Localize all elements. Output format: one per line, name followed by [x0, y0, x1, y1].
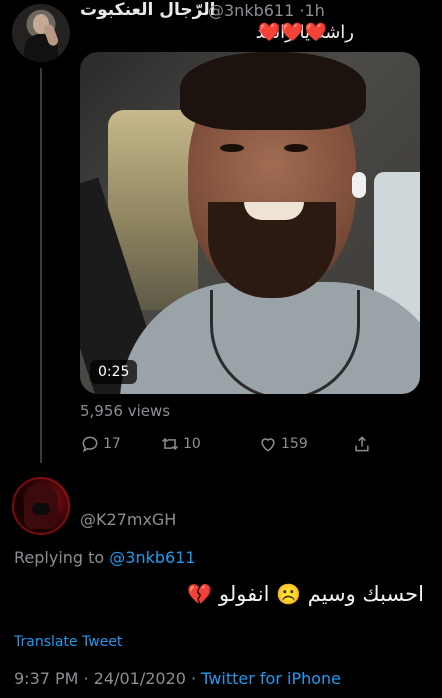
tweet-video[interactable]: 0:25 [80, 52, 420, 394]
video-necklace [210, 290, 360, 394]
translate-tweet-link[interactable]: Translate Tweet [14, 634, 122, 650]
reply-text-part1: احسبك وسيم [307, 582, 424, 606]
video-eye-right [284, 144, 308, 152]
author-handle: @3nkb611 [208, 1, 295, 20]
tweet-timestamp-line: 9:37 PM · 24/01/2020 · Twitter for iPhon… [14, 669, 341, 688]
tweet-actions: 17 10 159 [78, 432, 378, 456]
author-handle-time[interactable]: @3nkb611 ·1h [208, 1, 325, 20]
replying-to-line: Replying to @3nkb611 [14, 548, 196, 567]
author-avatar[interactable] [12, 4, 70, 62]
thread-connector-line [40, 68, 42, 463]
replying-prefix: Replying to [14, 548, 110, 567]
share-button[interactable] [352, 432, 372, 456]
frowning-face-emoji: ☹️ [276, 582, 301, 606]
reply-author-handle[interactable]: @K27mxGH [80, 510, 176, 529]
video-eye-left [220, 144, 244, 152]
reply-icon [82, 436, 98, 453]
tweet-source-link[interactable]: Twitter for iPhone [201, 669, 341, 688]
share-icon [355, 436, 369, 452]
video-duration-badge: 0:25 [90, 360, 138, 384]
retweet-count: 10 [183, 436, 201, 452]
retweet-button[interactable]: 10 [160, 432, 201, 456]
video-hair [180, 52, 366, 130]
tweet-timestamp: 9:37 PM · 24/01/2020 · [14, 669, 202, 688]
avatar-mask [32, 503, 50, 515]
replying-to-mention[interactable]: @3nkb611 [109, 548, 195, 567]
retweet-icon [161, 437, 179, 451]
reply-button[interactable]: 17 [80, 432, 121, 456]
reply-text: احسبك وسيم ☹️ انفولو 💔 [187, 582, 424, 606]
author-display-name[interactable]: الرّجال العنكبوت [80, 0, 215, 20]
broken-heart-emoji: 💔 [187, 582, 213, 606]
like-count: 159 [281, 436, 308, 452]
reply-text-part2: انفولو [219, 582, 270, 606]
reply-author-avatar[interactable] [12, 477, 70, 535]
view-count: 5,956 views [80, 402, 171, 420]
time-ago: 1h [304, 1, 325, 20]
heart-icon [261, 438, 275, 452]
heart-emojis: ❤️❤️❤️ [258, 22, 329, 43]
video-earbud [352, 172, 366, 198]
video-smile [244, 202, 304, 220]
reply-count: 17 [103, 436, 121, 452]
like-button[interactable]: 159 [258, 432, 308, 456]
